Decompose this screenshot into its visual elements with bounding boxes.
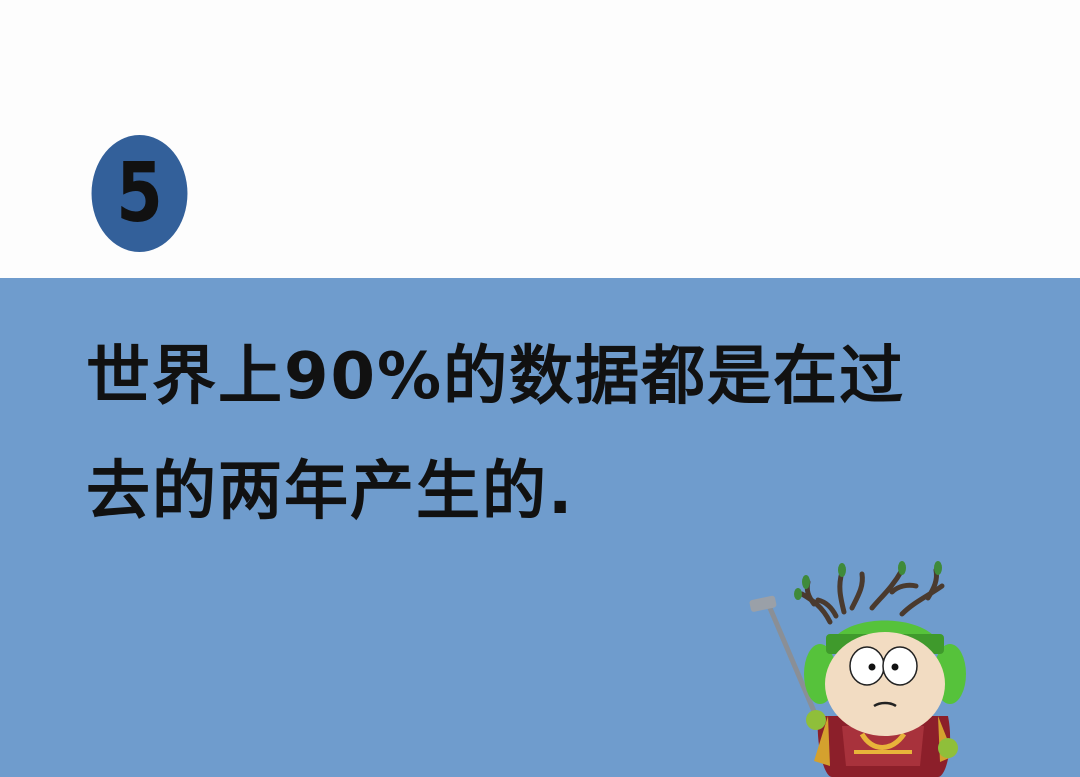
cartoon-character-icon xyxy=(749,561,966,777)
golf-club-icon xyxy=(749,595,819,719)
fact-text: 世界上90%的数据都是在过 去的两年产生的. xyxy=(86,340,906,529)
number-badge: 5 xyxy=(91,135,188,252)
